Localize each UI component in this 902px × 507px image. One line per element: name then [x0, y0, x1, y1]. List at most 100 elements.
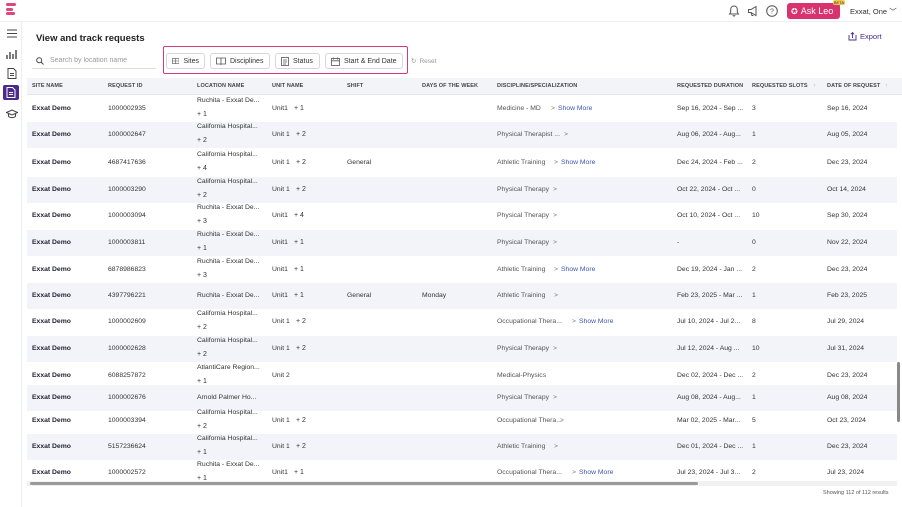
location-more-count[interactable]: + 4: [197, 165, 207, 172]
reset-button[interactable]: ↻ Reset: [411, 57, 437, 66]
location-more-count[interactable]: + 2: [197, 351, 207, 358]
column-header[interactable]: REQUESTED DURATION: [677, 83, 743, 89]
show-more-link[interactable]: Show More: [558, 105, 592, 112]
unit-more-count[interactable]: + 1: [294, 266, 304, 273]
column-header[interactable]: DISCIPLINE/SPECIALIZATION: [497, 83, 577, 89]
column-header[interactable]: REQUESTED SLOTS: [752, 83, 808, 89]
chevron-right-icon[interactable]: >: [553, 345, 557, 352]
chevron-right-icon[interactable]: >: [554, 292, 558, 299]
chevron-right-icon[interactable]: >: [553, 239, 557, 246]
chevron-right-icon[interactable]: >: [553, 212, 557, 219]
unit-more-count[interactable]: + 2: [296, 417, 306, 424]
unit-more-count[interactable]: + 2: [296, 186, 306, 193]
site-name-cell: Exxat Demo: [32, 318, 71, 325]
column-header[interactable]: UNIT NAME: [272, 83, 303, 89]
chevron-right-icon[interactable]: >: [554, 266, 558, 273]
chevron-right-icon[interactable]: >: [553, 394, 557, 401]
show-more-link[interactable]: Show More: [561, 159, 595, 166]
table-row[interactable]: Exxat Demo 1000002647 California Hospital.…: [27, 122, 897, 148]
column-header[interactable]: DATE OF REQUEST: [827, 83, 880, 89]
search-icon: [36, 56, 44, 65]
chevron-right-icon[interactable]: >: [551, 105, 555, 112]
show-more-link[interactable]: Show More: [561, 266, 595, 273]
site-name-cell: Exxat Demo: [32, 345, 71, 352]
column-header[interactable]: LOCATION NAME: [197, 83, 244, 89]
chevron-down-icon: ﹀: [889, 7, 897, 16]
export-button[interactable]: Export: [848, 32, 882, 41]
horizontal-scrollbar[interactable]: [30, 482, 698, 485]
site-name-cell: Exxat Demo: [32, 212, 71, 219]
menu-icon[interactable]: [5, 27, 18, 40]
unit-more-count[interactable]: + 4: [294, 212, 304, 219]
unit-more-count[interactable]: + 1: [294, 292, 304, 299]
table-row[interactable]: Exxat Demo 4397796221 Ruchita - Exxat De..…: [27, 283, 897, 309]
chevron-right-icon[interactable]: >: [572, 318, 576, 325]
status-filter-button[interactable]: Status: [275, 53, 320, 69]
unit-more-count[interactable]: + 1: [294, 239, 304, 246]
table-row[interactable]: Exxat Demo 1000003290 California Hospital.…: [27, 177, 897, 203]
chevron-right-icon[interactable]: >: [553, 186, 557, 193]
chevron-right-icon[interactable]: >: [554, 159, 558, 166]
location-more-count[interactable]: + 3: [197, 218, 207, 225]
location-more-count[interactable]: + 2: [197, 137, 207, 144]
show-more-link[interactable]: Show More: [579, 318, 613, 325]
table-row[interactable]: Exxat Demo 1000003394 California Hospital.…: [27, 408, 897, 434]
megaphone-icon[interactable]: [746, 4, 760, 18]
unit-more-count[interactable]: + 2: [296, 131, 306, 138]
document-icon[interactable]: [5, 67, 18, 80]
requests-icon[interactable]: [3, 85, 19, 100]
location-more-count[interactable]: + 1: [197, 245, 207, 252]
sites-icon: [172, 58, 180, 64]
column-header[interactable]: DAYS OF THE WEEK: [422, 83, 478, 89]
search-box[interactable]: [32, 53, 156, 69]
discipline-cell: Medical-Physics: [497, 372, 547, 379]
chevron-right-icon[interactable]: >: [560, 417, 564, 424]
location-name-cell: Ruchita - Exxat De...: [197, 292, 260, 299]
location-more-count[interactable]: + 1: [197, 111, 207, 118]
column-header[interactable]: SITE NAME: [32, 83, 63, 89]
unit-more-count[interactable]: + 2: [296, 443, 306, 450]
table-row[interactable]: Exxat Demo 6878986823 Ruchita - Exxat De..…: [27, 257, 897, 283]
user-menu[interactable]: Exxat, One ﹀: [850, 6, 897, 17]
unit-more-count[interactable]: + 2: [296, 345, 306, 352]
table-row[interactable]: Exxat Demo 5157236624 California Hospital.…: [27, 434, 897, 460]
location-more-count[interactable]: + 2: [197, 192, 207, 199]
sort-icon[interactable]: ↑: [885, 83, 888, 89]
help-icon[interactable]: ?: [765, 4, 779, 18]
unit-more-count[interactable]: + 1: [294, 469, 304, 476]
ask-leo-button[interactable]: ✪ Ask Leo BETA: [787, 0, 845, 19]
date-filter-button[interactable]: Start & End Date: [325, 53, 403, 69]
exxat-logo[interactable]: [6, 3, 16, 19]
table-row[interactable]: Exxat Demo 1000003811 Ruchita - Exxat De..…: [27, 230, 897, 256]
column-header[interactable]: SHIFT: [347, 83, 363, 89]
table-row[interactable]: Exxat Demo 1000003094 Ruchita - Exxat De..…: [27, 203, 897, 229]
page-title: View and track requests: [36, 33, 145, 44]
requested-duration-cell: Mar 02, 2025 - Mar...: [677, 417, 741, 424]
chevron-right-icon[interactable]: >: [564, 131, 568, 138]
analytics-icon[interactable]: [5, 47, 18, 60]
sort-icon[interactable]: ↑: [813, 83, 816, 89]
unit-more-count[interactable]: + 2: [296, 159, 306, 166]
table-row[interactable]: Exxat Demo 1000002609 California Hospital.…: [27, 309, 897, 335]
location-more-count[interactable]: + 2: [197, 423, 207, 430]
table-row[interactable]: Exxat Demo 1000002935 Ruchita - Exxat De..…: [27, 96, 897, 122]
table-row[interactable]: Exxat Demo 1000002628 California Hospital.…: [27, 336, 897, 362]
search-input[interactable]: [50, 57, 150, 64]
location-more-count[interactable]: + 2: [197, 324, 207, 331]
reset-label: Reset: [419, 57, 437, 65]
sites-filter-button[interactable]: Sites: [166, 53, 205, 69]
unit-more-count[interactable]: + 1: [294, 105, 304, 112]
unit-more-count[interactable]: + 2: [296, 318, 306, 325]
show-more-link[interactable]: Show More: [579, 469, 613, 476]
vertical-scrollbar[interactable]: [897, 362, 900, 422]
location-more-count[interactable]: + 3: [197, 272, 207, 279]
table-row[interactable]: Exxat Demo 4687417636 California Hospital.…: [27, 150, 897, 176]
location-more-count[interactable]: + 1: [197, 378, 207, 385]
location-more-count[interactable]: + 1: [197, 449, 207, 456]
column-header[interactable]: REQUEST ID: [108, 83, 143, 89]
bell-icon[interactable]: [727, 4, 741, 18]
chevron-right-icon[interactable]: >: [554, 443, 558, 450]
chevron-right-icon[interactable]: >: [572, 469, 576, 476]
disciplines-filter-button[interactable]: Disciplines: [210, 53, 270, 69]
graduation-cap-icon[interactable]: [5, 107, 18, 120]
